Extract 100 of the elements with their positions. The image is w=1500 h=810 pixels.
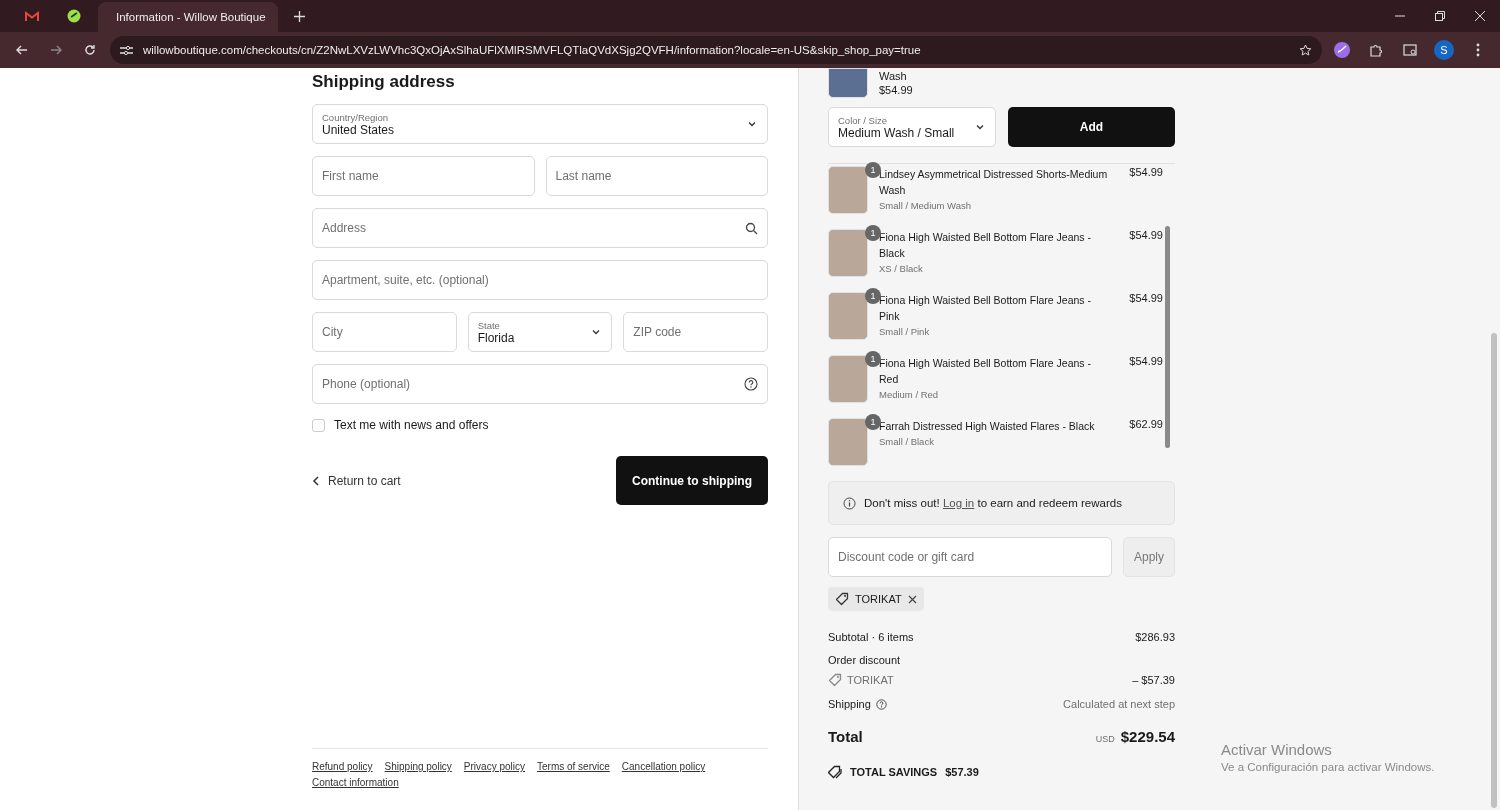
- back-arrow-icon: [16, 44, 28, 56]
- quantity-badge: 1: [865, 225, 881, 241]
- product-price: $54.99: [1128, 229, 1163, 243]
- currency-code: USD: [1095, 734, 1115, 744]
- page-scrollbar-thumb[interactable]: [1491, 333, 1497, 808]
- select-field[interactable]: State Florida: [467, 312, 613, 352]
- login-link[interactable]: Log in: [942, 497, 975, 509]
- add-button[interactable]: Add: [1008, 107, 1175, 147]
- field-label: Country/Region: [322, 111, 389, 123]
- return-link[interactable]: Return to cart: [312, 473, 401, 488]
- policy-link[interactable]: Contact information: [312, 777, 399, 788]
- total-label: Total: [828, 728, 863, 745]
- product-variant: Medium / Red: [879, 389, 940, 400]
- product-price: $54.99: [1128, 166, 1163, 180]
- menu-icon[interactable]: [1476, 43, 1480, 57]
- checkbox-label: Text me with news and offers: [334, 418, 489, 432]
- product-variant: Small / Black: [879, 436, 935, 447]
- quantity-badge: 1: [865, 288, 881, 304]
- savings-label: TOTAL SAVINGS: [850, 766, 938, 778]
- chevron-left-icon: [312, 475, 320, 486]
- quantity-badge: 1: [865, 351, 881, 367]
- select-field[interactable]: Color / Size Medium Wash / Small: [828, 107, 996, 147]
- discount-field[interactable]: Discount code or gift card: [828, 537, 1112, 577]
- activation-title: Activar Windows: [1221, 741, 1333, 758]
- new-tab-icon[interactable]: [294, 11, 305, 22]
- product-name: Fiona High Waisted Bell Bottom Flare Jeans - Black: [879, 230, 1093, 261]
- policy-link[interactable]: Shipping policy: [384, 761, 452, 772]
- subtotal-value: $286.93: [1135, 631, 1175, 643]
- discount-code: TORIKAT: [855, 593, 902, 605]
- product-price: $54.99: [879, 83, 913, 97]
- discount-value: – $57.39: [1132, 674, 1175, 686]
- tag-icon: [835, 592, 849, 606]
- mail-icon: [25, 10, 39, 22]
- photo-placeholder: [828, 355, 868, 403]
- input-field[interactable]: Apartment, suite, etc. (optional): [312, 260, 768, 300]
- field-value: Medium Wash / Small: [838, 125, 956, 140]
- product-price: $54.99: [1128, 292, 1163, 306]
- section-heading: Shipping address: [312, 72, 456, 92]
- photo-placeholder: [828, 166, 868, 214]
- product-name: Wash: [879, 69, 908, 83]
- address-bar[interactable]: willowboutique.com/checkouts/cn/Z2NwLXVzLWVhc3QxOjAxSlhaUFlXMlRSMVFLQTlaQVdXSjg2QVFH/information?locale=en-US&skip_shop_pay=true: [110, 36, 1322, 64]
- policy-link[interactable]: Privacy policy: [463, 761, 525, 772]
- scrollbar-thumb[interactable]: [1165, 226, 1170, 448]
- total-value: $229.54: [1120, 728, 1175, 745]
- reload-icon: [84, 44, 96, 56]
- forward-arrow-icon: [50, 44, 62, 56]
- input-field[interactable]: Last name: [545, 156, 768, 196]
- select-field[interactable]: Country/Region United States: [312, 104, 768, 144]
- input-field[interactable]: First name: [312, 156, 535, 196]
- restore-icon[interactable]: [1435, 11, 1445, 21]
- remove-icon[interactable]: [907, 594, 917, 604]
- search-icon: [745, 221, 758, 235]
- product-variant: Small / Pink: [879, 326, 931, 337]
- quantity-badge: 1: [865, 162, 881, 178]
- tab-search-icon[interactable]: [1402, 43, 1418, 57]
- field-label: Color / Size: [838, 114, 889, 126]
- product-variant: XS / Black: [879, 263, 924, 274]
- continue-button[interactable]: Continue to shipping: [616, 456, 768, 505]
- browser-tab[interactable]: Information - Willow Boutique: [98, 2, 278, 32]
- field-label: State: [477, 319, 501, 331]
- activation-subtitle: Ve a Configuración para activar Windows.: [1221, 761, 1435, 773]
- notice-text: Don't miss out! Log in to earn and redeem rewards: [864, 497, 1122, 509]
- tag-icon: [828, 673, 842, 687]
- product-name: Farrah Distressed High Waisted Flares - Black: [879, 419, 1096, 434]
- input-field[interactable]: Address: [312, 208, 768, 248]
- info-icon: [843, 496, 856, 510]
- discount-code: TORIKAT: [847, 674, 894, 686]
- circle-logo-icon: [67, 9, 81, 23]
- product-name: Fiona High Waisted Bell Bottom Flare Jeans - Red: [879, 356, 1093, 387]
- product-name: Fiona High Waisted Bell Bottom Flare Jeans - Pink: [879, 293, 1093, 324]
- input-field[interactable]: ZIP code: [623, 312, 768, 352]
- quantity-badge: 1: [865, 414, 881, 430]
- input-field[interactable]: City: [312, 312, 457, 352]
- discount-label: Order discount: [828, 654, 901, 666]
- star-icon[interactable]: [1299, 43, 1312, 57]
- extension-logo-icon[interactable]: [1334, 42, 1350, 58]
- field-value: United States: [322, 122, 396, 137]
- profile-avatar[interactable]: S: [1434, 40, 1454, 60]
- photo-placeholder: [828, 292, 868, 340]
- policy-link[interactable]: Refund policy: [312, 761, 373, 772]
- product-price: $54.99: [1128, 355, 1163, 369]
- photo-placeholder: [828, 418, 868, 466]
- checkbox[interactable]: [312, 418, 325, 432]
- photo-placeholder: [828, 229, 868, 277]
- shipping-label: Shipping: [828, 698, 871, 710]
- field-value: Florida: [477, 330, 516, 345]
- product-price: $62.99: [1128, 418, 1163, 432]
- policy-link[interactable]: Cancellation policy: [621, 761, 706, 772]
- product-variant: Small / Medium Wash: [879, 200, 973, 211]
- input-field[interactable]: Phone (optional): [312, 364, 768, 404]
- puzzle-icon[interactable]: [1369, 43, 1383, 57]
- help-icon[interactable]: [744, 377, 758, 391]
- tags-icon: [828, 765, 842, 779]
- policy-link[interactable]: Terms of service: [537, 761, 610, 772]
- product-name: Lindsey Asymmetrical Distressed Shorts-Medium Wash: [879, 167, 1108, 198]
- savings-value: $57.39: [945, 766, 979, 778]
- shipping-value: Calculated at next step: [1063, 698, 1175, 710]
- close-icon[interactable]: [1475, 11, 1485, 21]
- apply-button[interactable]: Apply: [1123, 537, 1175, 577]
- subtotal-label: Subtotal · 6 items: [828, 631, 914, 643]
